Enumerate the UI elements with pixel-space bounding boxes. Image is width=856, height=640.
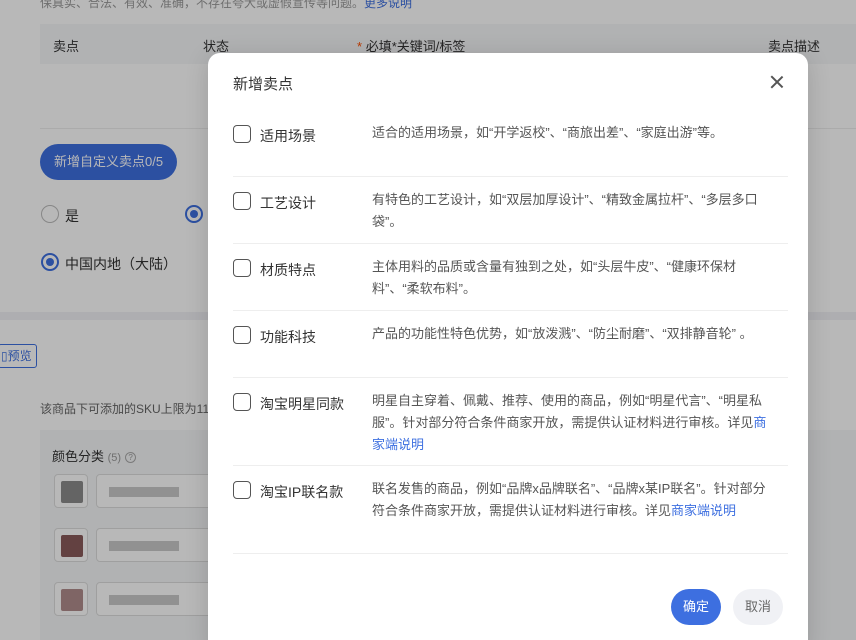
option-description: 产品的功能性特色优势，如“放泼溅”、“防尘耐磨”、“双排静音轮” 。 xyxy=(372,326,753,341)
checkbox-ip-collab[interactable] xyxy=(233,481,251,499)
option-ip-collab: 淘宝IP联名款 联名发售的商品，例如“品牌x品牌联名”、“品牌x某IP联名”。针… xyxy=(233,466,788,554)
checkbox-tech[interactable] xyxy=(233,326,251,344)
option-label: 淘宝IP联名款 xyxy=(260,484,344,500)
option-label: 淘宝明星同款 xyxy=(260,396,344,412)
checkbox-celebrity[interactable] xyxy=(233,393,251,411)
option-scene: 适用场景 适合的适用场景，如“开学返校”、“商旅出差”、“家庭出游”等。 xyxy=(233,110,788,177)
checkbox-scene[interactable] xyxy=(233,125,251,143)
option-tech: 功能科技 产品的功能性特色优势，如“放泼溅”、“防尘耐磨”、“双排静音轮” 。 xyxy=(233,311,788,378)
confirm-button[interactable]: 确定 xyxy=(671,589,721,625)
checkbox-craft[interactable] xyxy=(233,192,251,210)
option-material: 材质特点 主体用料的品质或含量有独到之处，如“头层牛皮”、“健康环保材料”、“柔… xyxy=(233,244,788,311)
option-description: 适合的适用场景，如“开学返校”、“商旅出差”、“家庭出游”等。 xyxy=(372,125,723,140)
option-label: 适用场景 xyxy=(260,128,316,144)
option-label: 材质特点 xyxy=(260,262,316,278)
cancel-button[interactable]: 取消 xyxy=(733,589,783,625)
option-label: 功能科技 xyxy=(260,329,316,345)
option-description: 有特色的工艺设计，如“双层加厚设计”、“精致金属拉杆”、“多层多口袋”。 xyxy=(372,192,758,229)
dialog-title: 新增卖点 xyxy=(233,76,294,93)
add-selling-point-dialog: 新增卖点 适用场景 适合的适用场景，如“开学返校”、“商旅出差”、“家庭出游”等… xyxy=(208,53,808,640)
checkbox-material[interactable] xyxy=(233,259,251,277)
close-icon[interactable] xyxy=(768,73,786,91)
option-description: 联名发售的商品，例如“品牌x品牌联名”、“品牌x某IP联名”。针对部分符合条件商… xyxy=(372,481,766,518)
merchant-guide-link[interactable]: 商家端说明 xyxy=(671,503,736,518)
option-celebrity: 淘宝明星同款 明星自主穿着、佩戴、推荐、使用的商品，例如“明星代言”、“明星私服… xyxy=(233,378,788,466)
option-description: 明星自主穿着、佩戴、推荐、使用的商品，例如“明星代言”、“明星私服”。针对部分符… xyxy=(372,393,767,452)
option-craft: 工艺设计 有特色的工艺设计，如“双层加厚设计”、“精致金属拉杆”、“多层多口袋”… xyxy=(233,177,788,244)
option-description: 主体用料的品质或含量有独到之处，如“头层牛皮”、“健康环保材料”、“柔软布料”。 xyxy=(372,259,736,296)
option-label: 工艺设计 xyxy=(260,195,316,211)
